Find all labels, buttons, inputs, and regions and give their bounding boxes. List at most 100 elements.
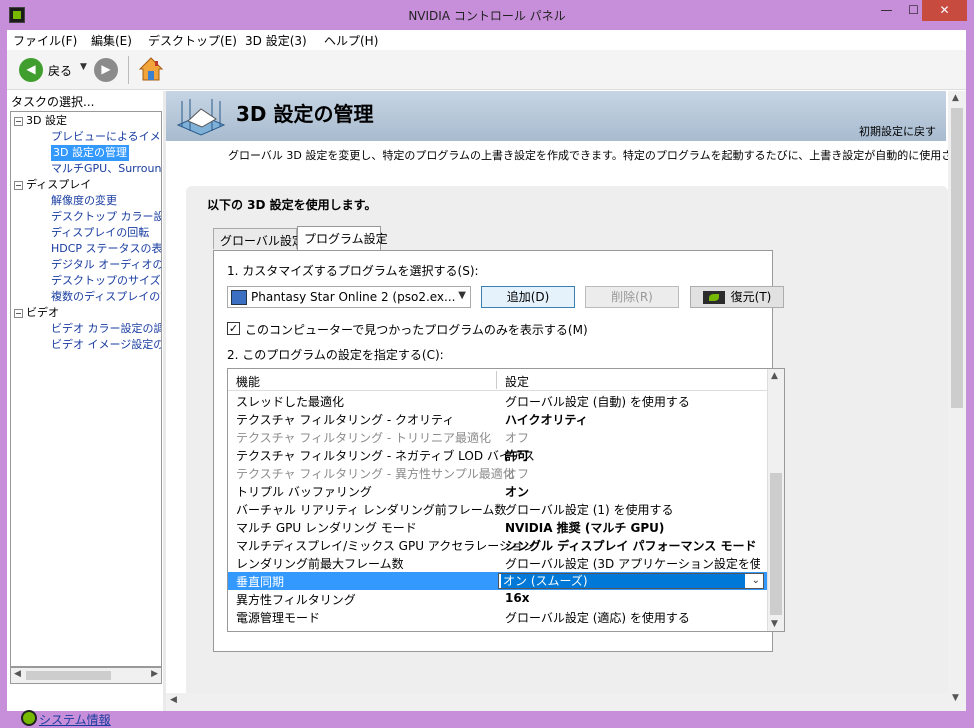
title-bar[interactable]: NVIDIA コントロール パネル — ☐ ✕ — [0, 0, 974, 30]
collapse-icon[interactable]: − — [14, 309, 23, 318]
page-horizontal-scrollbar[interactable]: ◀ — [166, 693, 948, 711]
program-select[interactable]: Phantasy Star Online 2 (pso2.ex... ▼ — [227, 286, 471, 308]
tree-item-label: デスクトップのサイズと位 — [51, 274, 161, 287]
toolbar: ◀ 戻る ▼ ▶ — [7, 50, 966, 90]
page-vertical-scrollbar[interactable]: ▲ ▼ — [948, 91, 966, 711]
tab-program-settings[interactable]: プログラム設定 — [297, 226, 388, 250]
history-dropdown-icon[interactable]: ▼ — [80, 62, 87, 72]
menu-3d-settings[interactable]: 3D 設定(3) — [245, 32, 307, 49]
tree-item[interactable]: デスクトップ カラー設定 — [51, 209, 161, 225]
table-row[interactable]: テクスチャ フィルタリング - トリリニア最適化 オフ — [228, 428, 768, 446]
feature-cell: マルチ GPU レンダリング モード — [236, 521, 417, 535]
chevron-down-icon[interactable]: ⌄ — [752, 574, 760, 588]
menu-help[interactable]: ヘルプ(H) — [324, 32, 378, 49]
task-heading: タスクの選択... — [11, 95, 95, 109]
back-button-label[interactable]: 戻る — [48, 62, 72, 79]
table-row[interactable]: スレッドした最適化 グローバル設定 (自動) を使用する — [228, 392, 768, 410]
restore-button-label: 復元(T) — [730, 290, 772, 304]
table-row[interactable]: 電源管理モード グローバル設定 (適応) を使用する — [228, 608, 768, 626]
collapse-icon[interactable]: − — [14, 117, 23, 126]
setting-cell: グローバル設定 (自動) を使用する — [505, 395, 690, 409]
tree-item[interactable]: デスクトップのサイズと位 — [51, 273, 161, 289]
tree-category[interactable]: − ディスプレイ — [14, 177, 91, 193]
scroll-thumb[interactable] — [26, 671, 111, 680]
feature-cell: テクスチャ フィルタリング - ネガティブ LOD バイアス — [236, 449, 535, 463]
show-found-programs-label[interactable]: このコンピューターで見つかったプログラムのみを表示する(M) — [245, 321, 588, 338]
restore-defaults-link[interactable]: 初期設定に戻す — [859, 123, 936, 139]
tree-item-label: 解像度の変更 — [51, 194, 117, 207]
table-row[interactable]: マルチ GPU レンダリング モード NVIDIA 推奨 (マルチ GPU) — [228, 518, 768, 536]
tree-item-label: ビデオ カラー設定の調 — [51, 322, 162, 335]
scroll-right-icon[interactable]: ▶ — [151, 669, 158, 679]
scroll-thumb[interactable] — [951, 108, 963, 408]
feature-cell: 垂直同期 — [236, 575, 285, 589]
scroll-down-icon[interactable]: ▼ — [952, 693, 959, 703]
setting-cell: オフ — [505, 467, 530, 481]
tree-category[interactable]: −3D 設定 — [14, 113, 67, 129]
table-row-selected[interactable]: 垂直同期 オン (スムーズ) ⌄ — [228, 572, 768, 590]
restore-button[interactable]: 復元(T) — [690, 286, 784, 308]
tree-horizontal-scrollbar[interactable]: ◀ ▶ — [10, 667, 162, 684]
settings-grid: 機能 設定 スレッドした最適化 グローバル設定 (自動) を使用する テクスチャ フ… — [227, 368, 785, 632]
forward-arrow-icon[interactable]: ▶ — [94, 58, 118, 82]
setting-dropdown[interactable]: オン (スムーズ) ⌄ — [498, 573, 764, 589]
tree-item[interactable]: ビデオ イメージ設定の調 — [51, 337, 161, 353]
tree-category[interactable]: − ビデオ — [14, 305, 59, 321]
tree-item[interactable]: デジタル オーディオの設 — [51, 257, 161, 273]
tree-item[interactable]: マルチGPU、Surround — [51, 161, 161, 177]
table-row[interactable]: レンダリング前最大フレーム数 グローバル設定 (3D アプリケーション設定を使用す… — [228, 554, 768, 572]
scroll-up-icon[interactable]: ▲ — [771, 371, 778, 381]
table-row[interactable]: トリプル バッファリング オン — [228, 482, 768, 500]
tree-item[interactable]: 複数のディスプレイの設 — [51, 289, 161, 305]
system-info-link[interactable]: システム情報 — [39, 711, 111, 728]
table-row[interactable]: テクスチャ フィルタリング - ネガティブ LOD バイアス 許可 — [228, 446, 768, 464]
back-arrow-icon[interactable]: ◀ — [19, 58, 43, 82]
table-row[interactable]: テクスチャ フィルタリング - 異方性サンプル最適化 オフ — [228, 464, 768, 482]
tree-item[interactable]: 解像度の変更 — [51, 193, 117, 209]
scroll-left-icon[interactable]: ◀ — [14, 669, 21, 679]
remove-button[interactable]: 削除(R) — [585, 286, 679, 308]
setting-cell: シングル ディスプレイ パフォーマンス モード — [505, 539, 757, 553]
step1-label: 1. カスタマイズするプログラムを選択する(S): — [227, 264, 479, 278]
header-setting[interactable]: 設定 — [505, 373, 529, 390]
column-separator[interactable] — [496, 371, 497, 389]
tree-item-label: デジタル オーディオの設 — [51, 258, 161, 271]
program-select-value: Phantasy Star Online 2 (pso2.ex... — [251, 290, 456, 304]
grid-vertical-scrollbar[interactable]: ▲ ▼ — [767, 369, 784, 631]
task-tree: −3D 設定プレビューによるイメージ 3D 設定の管理マルチGPU、Surroun… — [10, 111, 162, 667]
collapse-icon[interactable]: − — [14, 181, 23, 190]
add-button[interactable]: 追加(D) — [481, 286, 575, 308]
table-row[interactable]: 異方性フィルタリング 16x — [228, 590, 768, 608]
tree-item[interactable]: ビデオ カラー設定の調 — [51, 321, 162, 337]
show-found-programs-checkbox[interactable]: ✓ — [227, 322, 240, 335]
table-row[interactable]: テクスチャ フィルタリング - クオリティ ハイクオリティ — [228, 410, 768, 428]
tree-item-label: プレビューによるイメージ — [51, 130, 161, 143]
menu-file[interactable]: ファイル(F) — [13, 32, 77, 49]
scroll-thumb[interactable] — [770, 473, 782, 615]
tree-item[interactable]: ディスプレイの回転 — [51, 225, 149, 241]
tree-item[interactable]: HDCP ステータスの表 — [51, 241, 162, 257]
menu-desktop[interactable]: デスクトップ(E) — [148, 32, 237, 49]
scroll-left-icon[interactable]: ◀ — [170, 695, 177, 705]
table-row[interactable]: バーチャル リアリティ レンダリング前フレーム数 グローバル設定 (1) を使用す… — [228, 500, 768, 518]
minimize-button[interactable]: — — [873, 0, 900, 21]
feature-cell: テクスチャ フィルタリング - トリリニア最適化 — [236, 431, 492, 445]
page-banner: 3D 設定の管理 初期設定に戻す — [166, 91, 946, 141]
scroll-down-icon[interactable]: ▼ — [771, 619, 778, 629]
tab-global-settings[interactable]: グローバル設定 — [213, 228, 304, 249]
table-row[interactable]: マルチディスプレイ/ミックス GPU アクセラレーション シングル ディスプレイ … — [228, 536, 768, 554]
setting-dropdown-value: オン (スムーズ) — [501, 574, 745, 588]
home-icon[interactable] — [138, 56, 164, 82]
header-feature[interactable]: 機能 — [236, 373, 260, 390]
client-area: ファイル(F) 編集(E) デスクトップ(E) 3D 設定(3) ヘルプ(H) … — [7, 30, 966, 727]
tree-item-label: HDCP ステータスの表 — [51, 242, 162, 255]
tree-item-selected[interactable]: 3D 設定の管理 — [51, 145, 129, 161]
tree-item[interactable]: プレビューによるイメージ — [51, 129, 161, 145]
menu-edit[interactable]: 編集(E) — [91, 32, 132, 49]
close-button[interactable]: ✕ — [922, 0, 967, 21]
tree-item-label: ビデオ — [26, 306, 59, 319]
tree-item-label: 3D 設定の管理 — [53, 146, 127, 159]
3d-settings-icon — [176, 99, 226, 136]
scroll-up-icon[interactable]: ▲ — [952, 93, 959, 103]
feature-cell: トリプル バッファリング — [236, 485, 372, 499]
